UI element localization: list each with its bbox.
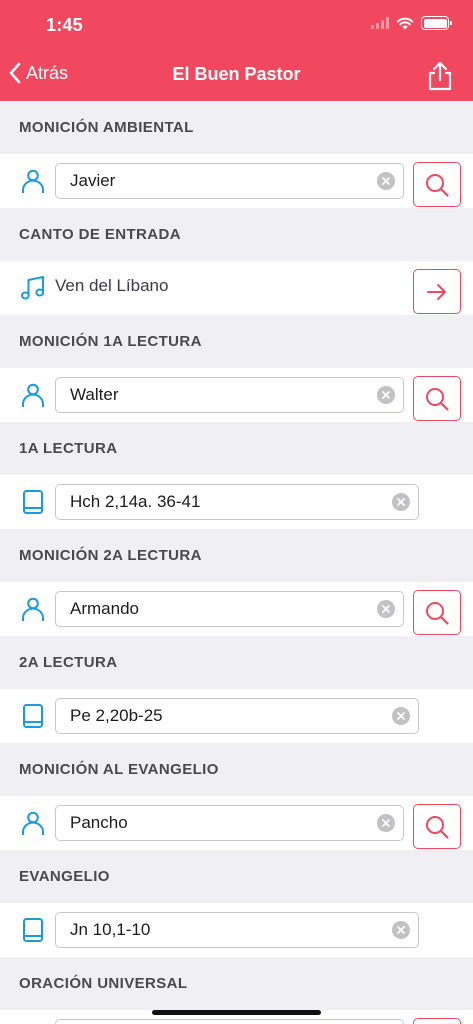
person-row: Pancho <box>0 796 473 850</box>
monitor-name-field[interactable]: Pancho <box>55 805 404 841</box>
battery-icon <box>421 16 452 30</box>
clear-icon[interactable] <box>392 707 410 725</box>
clear-icon[interactable] <box>392 493 410 511</box>
reading-row: Hch 2,14a. 36-41 <box>0 475 473 529</box>
song-title[interactable]: Ven del Líbano <box>55 276 168 296</box>
search-button[interactable] <box>413 376 461 421</box>
section-header-monicion-al-evangelio: MONICIÓN AL EVANGELIO <box>0 743 473 796</box>
cellular-signal-icon <box>371 17 389 29</box>
reading-reference-field[interactable]: Jn 10,1-10 <box>55 912 419 948</box>
section-header-1a-lectura: 1A LECTURA <box>0 422 473 475</box>
open-song-button[interactable] <box>413 269 461 314</box>
reading-reference-field[interactable]: Pe 2,20b-25 <box>55 698 419 734</box>
status-icons <box>371 16 452 30</box>
reading-row: Jn 10,1-10 <box>0 903 473 957</box>
section-header-canto-de-entrada: CANTO DE ENTRADA <box>0 208 473 261</box>
navigation-bar: Atrás El Buen Pastor <box>0 50 473 101</box>
song-row: Ven del Líbano <box>0 261 473 315</box>
field-value: Armando <box>70 599 139 618</box>
monitor-name-field[interactable]: Armando <box>55 591 404 627</box>
status-time: 1:45 <box>46 15 83 35</box>
section-header-evangelio: EVANGELIO <box>0 850 473 903</box>
page-title: El Buen Pastor <box>172 64 301 84</box>
clear-icon[interactable] <box>377 172 395 190</box>
clear-icon[interactable] <box>377 600 395 618</box>
search-icon <box>426 601 449 625</box>
field-value: Jn 10,1-10 <box>70 920 151 939</box>
share-icon <box>428 61 452 91</box>
section-header-oracion-universal: ORACIÓN UNIVERSAL <box>0 957 473 1010</box>
search-icon <box>426 815 449 839</box>
field-value: Javier <box>70 171 116 190</box>
book-icon <box>23 490 43 514</box>
reading-reference-field[interactable]: Hch 2,14a. 36-41 <box>55 484 419 520</box>
music-note-icon <box>20 276 45 300</box>
field-value: Walter <box>70 385 119 404</box>
monitor-name-field[interactable]: Walter <box>55 377 404 413</box>
person-row: Walter <box>0 368 473 422</box>
monitor-name-field[interactable]: Javier <box>55 163 404 199</box>
clear-icon[interactable] <box>377 386 395 404</box>
search-icon <box>426 387 449 411</box>
person-icon <box>22 169 44 193</box>
liturgy-form: MONICIÓN AMBIENTAL Javier CANTO DE ENTRA… <box>0 101 473 1024</box>
section-header-monicion-ambiental: MONICIÓN AMBIENTAL <box>0 101 473 154</box>
book-icon <box>23 704 43 728</box>
app-header: 1:45 Atrás El Buen Pastor <box>0 0 473 101</box>
share-button[interactable] <box>425 60 455 92</box>
section-header-2a-lectura: 2A LECTURA <box>0 636 473 689</box>
wifi-icon <box>396 17 414 30</box>
person-icon <box>22 383 44 407</box>
book-icon <box>23 918 43 942</box>
monitor-name-field[interactable] <box>55 1019 404 1024</box>
person-row: Javier <box>0 154 473 208</box>
search-button[interactable] <box>413 162 461 207</box>
field-value: Pancho <box>70 813 128 832</box>
search-button[interactable] <box>413 590 461 635</box>
status-bar: 1:45 <box>0 0 473 50</box>
section-header-monicion-2a-lectura: MONICIÓN 2A LECTURA <box>0 529 473 582</box>
person-icon <box>22 597 44 621</box>
clear-icon[interactable] <box>377 814 395 832</box>
search-button[interactable] <box>413 804 461 849</box>
field-value: Pe 2,20b-25 <box>70 706 163 725</box>
section-header-monicion-1a-lectura: MONICIÓN 1A LECTURA <box>0 315 473 368</box>
reading-row: Pe 2,20b-25 <box>0 689 473 743</box>
arrow-right-icon <box>427 283 446 300</box>
search-icon <box>426 173 449 197</box>
clear-icon[interactable] <box>392 921 410 939</box>
person-row: Armando <box>0 582 473 636</box>
person-icon <box>22 811 44 835</box>
home-indicator[interactable] <box>152 1010 321 1015</box>
search-button[interactable] <box>413 1018 461 1024</box>
field-value: Hch 2,14a. 36-41 <box>70 492 201 511</box>
